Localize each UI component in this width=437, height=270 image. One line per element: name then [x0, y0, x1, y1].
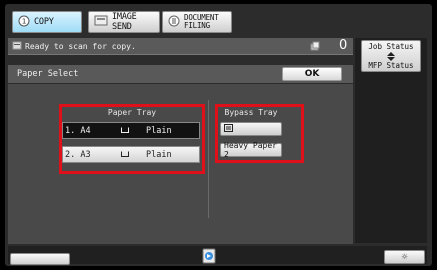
toggle-arrows-icon — [362, 52, 420, 61]
ok-button[interactable]: OK — [282, 67, 342, 81]
copy-icon: 1 — [18, 15, 30, 30]
tab-document-filing-line2: FILING — [184, 21, 210, 30]
job-status-button[interactable]: Job Status MFP Status — [361, 40, 421, 72]
image-send-icon — [94, 15, 108, 29]
bypass-paper-button[interactable] — [220, 122, 282, 136]
tab-image-send-label: IMAGE SEND — [112, 12, 137, 32]
status-message: Ready to scan for copy. — [25, 41, 136, 51]
bottom-left-button[interactable] — [10, 253, 70, 265]
tray-2-name: 2. A3 — [65, 149, 91, 160]
tray-2-type: Plain — [146, 149, 172, 160]
tray-1-name: 1. A4 — [65, 125, 91, 136]
bypass-tray-label: Bypass Tray — [224, 108, 278, 117]
tab-copy-label: COPY — [34, 17, 54, 27]
bypass-tray-icon — [224, 124, 233, 134]
tray-icon — [121, 150, 146, 160]
section-divider — [208, 100, 209, 218]
tray-2-button[interactable]: 2. A3 Plain — [62, 146, 200, 163]
copy-count: 0 — [339, 38, 348, 53]
tab-image-send[interactable]: IMAGE SEND — [88, 11, 160, 33]
mfp-status-label: MFP Status — [368, 61, 414, 70]
screen-title: Paper Select — [17, 69, 79, 79]
tray-icon — [121, 126, 146, 136]
scanner-icon — [12, 40, 22, 52]
svg-text:1: 1 — [22, 17, 26, 25]
status-bar: Ready to scan for copy. 0 — [8, 38, 353, 55]
paper-tray-label: Paper Tray — [107, 108, 157, 117]
heavy-paper-button[interactable]: Heavy Paper 2 — [220, 141, 282, 159]
job-status-label: Job Status — [368, 42, 414, 51]
brightness-button[interactable]: ☼ — [384, 250, 425, 264]
document-filing-icon — [168, 15, 180, 30]
tray-1-button[interactable]: 1. A4 Plain — [62, 122, 200, 139]
tray-1-type: Plain — [146, 125, 172, 136]
tab-copy[interactable]: 1 COPY — [12, 11, 82, 33]
tab-document-filing[interactable]: DOCUMENT FILING — [162, 11, 232, 33]
copies-icon — [310, 41, 320, 53]
home-icon[interactable] — [200, 247, 218, 265]
brightness-icon: ☼ — [401, 252, 408, 263]
